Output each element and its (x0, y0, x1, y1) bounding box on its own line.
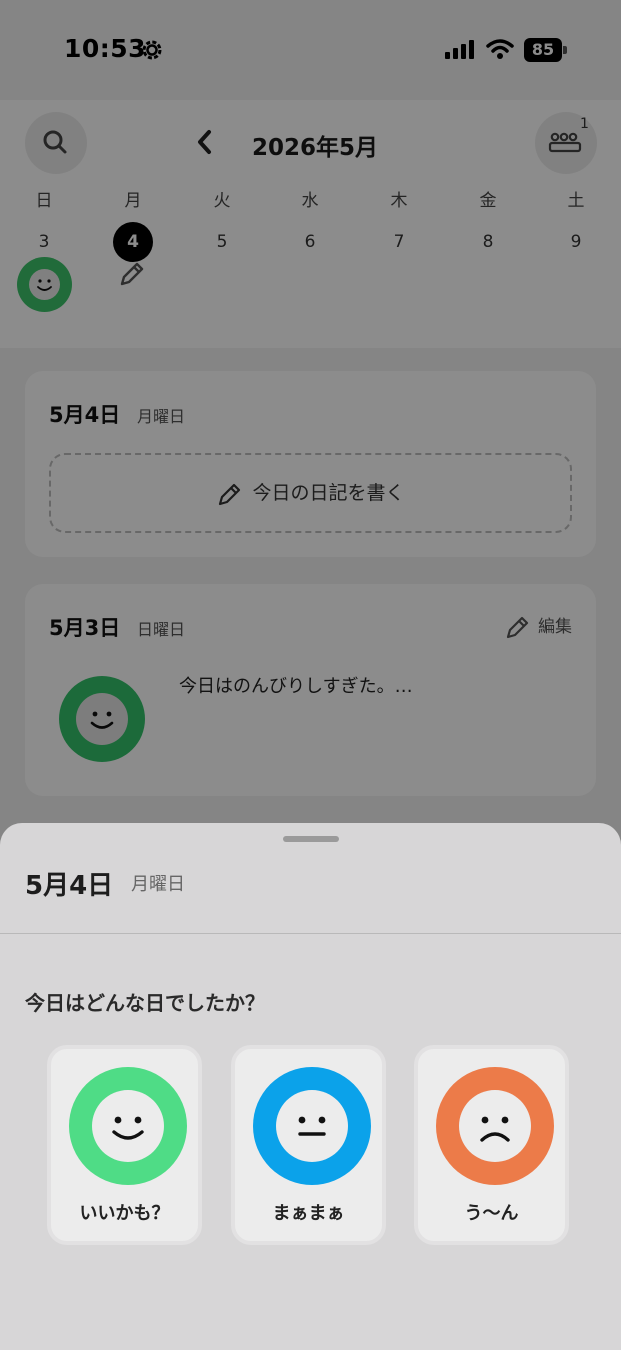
divider (0, 933, 621, 934)
sheet-day-of-week: 月曜日 (131, 874, 185, 895)
sheet-grabber[interactable] (283, 836, 339, 842)
frown-face-icon (480, 1116, 510, 1142)
sheet-date: 5月4日 (25, 871, 114, 901)
mood-label: いいかも？ (79, 1203, 170, 1224)
mood-label: う〜ん (464, 1203, 519, 1224)
mood-bad-ring (436, 1067, 554, 1185)
smile-face-icon (112, 1116, 144, 1140)
neutral-face-icon (298, 1116, 326, 1136)
mood-neutral-button[interactable]: まぁまぁ (231, 1045, 386, 1245)
mood-good-button[interactable]: いいかも？ (47, 1045, 202, 1245)
mood-neutral-ring (253, 1067, 371, 1185)
mood-bottom-sheet: 5月4日 月曜日 今日はどんな日でしたか？ いいかも？ まぁまぁ う〜ん (0, 823, 621, 1350)
mood-label: まぁまぁ (272, 1203, 345, 1224)
mood-good-ring (69, 1067, 187, 1185)
mood-question: 今日はどんな日でしたか？ (25, 991, 265, 1015)
mood-bad-button[interactable]: う〜ん (414, 1045, 569, 1245)
